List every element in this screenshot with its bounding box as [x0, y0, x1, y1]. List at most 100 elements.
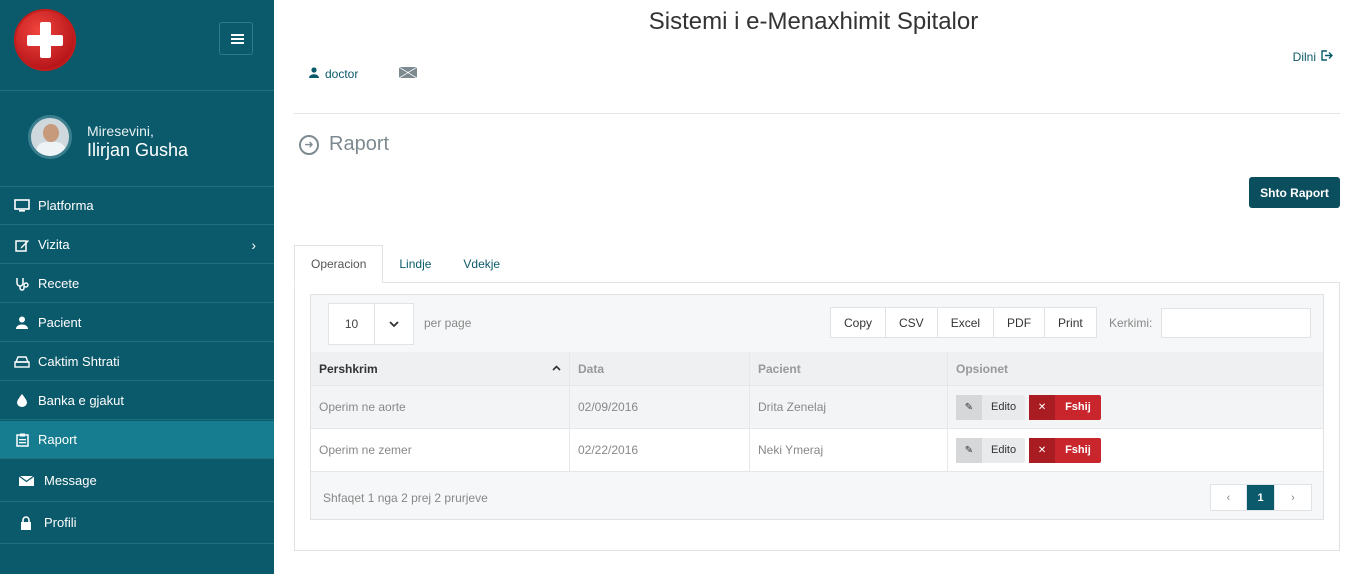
edit-button[interactable]: ✎ Edito	[956, 394, 1026, 420]
copy-button[interactable]: Copy	[831, 308, 887, 337]
delete-label: Fshij	[1065, 444, 1091, 456]
column-header-opsionet: Opsionet	[948, 352, 1323, 385]
sidebar-item-label: Message	[44, 473, 97, 488]
pencil-icon: ✎	[956, 394, 982, 420]
chevron-right-icon: ›	[251, 237, 256, 253]
header-divider	[294, 113, 1340, 114]
cell-pacient: Neki Ymeraj	[750, 429, 948, 471]
sidebar-item-message[interactable]: Message	[0, 460, 274, 502]
avatar	[28, 115, 72, 159]
column-header-label: Pershkrim	[319, 361, 378, 376]
cell-data: 02/22/2016	[570, 429, 750, 471]
column-header-label: Opsionet	[956, 361, 1009, 376]
pdf-button[interactable]: PDF	[994, 308, 1046, 337]
sidebar-item-profili[interactable]: Profili	[0, 502, 274, 544]
sidebar-item-pacient[interactable]: Pacient	[0, 304, 274, 342]
edit-icon	[14, 238, 30, 252]
edit-label: Edito	[991, 401, 1017, 413]
edit-label: Edito	[991, 444, 1017, 456]
search-label: Kerkimi:	[1109, 316, 1153, 330]
envelope-icon	[18, 474, 34, 488]
table-info: Shfaqet 1 nga 2 prej 2 prurjeve	[323, 491, 488, 505]
lock-icon	[18, 515, 34, 530]
divider	[0, 90, 274, 91]
sidebar-item-label: Vizita	[38, 237, 70, 252]
cell-opsionet: ✎ Edito ✕ Fshij	[948, 386, 1323, 428]
sidebar-item-banka-e-gjakut[interactable]: Banka e gjakut	[0, 382, 274, 420]
delete-button[interactable]: ✕ Fshij	[1029, 394, 1101, 420]
app-title: Sistemi i e-Menaxhimit Spitalor	[648, 8, 979, 35]
user-icon	[309, 67, 319, 81]
tab-vdekje[interactable]: Vdekje	[447, 245, 516, 283]
pagination-previous[interactable]: ‹	[1211, 485, 1247, 510]
table-header-row: Pershkrim Data Pacient Opsionet	[311, 352, 1323, 386]
stethoscope-icon	[14, 277, 30, 291]
sidebar-item-label: Caktim Shtrati	[38, 354, 120, 369]
report-table: Pershkrim Data Pacient Opsionet Operim n…	[311, 352, 1323, 472]
search-input[interactable]	[1161, 308, 1311, 338]
report-icon	[14, 433, 30, 447]
delete-button[interactable]: ✕ Fshij	[1029, 437, 1101, 463]
chevron-down-icon	[375, 304, 413, 344]
per-page-label: per page	[424, 316, 472, 330]
cell-data: 02/09/2016	[570, 386, 750, 428]
user-icon	[14, 316, 30, 330]
logout-link[interactable]: Dilni	[1293, 50, 1333, 64]
cell-pershkrim: Operim ne aorte	[311, 386, 570, 428]
drop-icon	[14, 394, 30, 408]
csv-button[interactable]: CSV	[886, 308, 938, 337]
sidebar-item-vizita[interactable]: Vizita ›	[0, 226, 274, 264]
envelope-icon[interactable]	[399, 67, 417, 78]
sidebar-item-label: Raport	[38, 432, 78, 447]
user-name-label: doctor	[325, 67, 359, 81]
per-page-value: 10	[329, 304, 375, 344]
sidebar-item-label: Platforma	[38, 198, 94, 213]
username: Ilirjan Gusha	[87, 140, 189, 160]
page-title: Raport	[329, 133, 390, 155]
print-button[interactable]: Print	[1045, 308, 1096, 337]
close-icon: ✕	[1029, 437, 1056, 463]
sidebar-item-label: Banka e gjakut	[38, 393, 125, 408]
cell-opsionet: ✎ Edito ✕ Fshij	[948, 429, 1323, 471]
hospital-logo[interactable]	[14, 9, 76, 71]
sidebar: Miresevini, Ilirjan Gusha Platforma Vizi…	[0, 0, 274, 574]
column-header-pershkrim[interactable]: Pershkrim	[311, 352, 570, 385]
tab-operacion[interactable]: Operacion	[294, 245, 384, 283]
cell-pershkrim: Operim ne zemer	[311, 429, 570, 471]
pagination: ‹ 1 ›	[1210, 484, 1312, 511]
excel-button[interactable]: Excel	[938, 308, 995, 337]
page-header: ➜ Raport	[299, 133, 389, 156]
sidebar-item-caktim-shtrati[interactable]: Caktim Shtrati	[0, 343, 274, 381]
pagination-next[interactable]: ›	[1275, 485, 1311, 510]
cell-pacient: Drita Zenelaj	[750, 386, 948, 428]
export-buttons: Copy CSV Excel PDF Print	[830, 307, 1097, 338]
close-icon: ✕	[1029, 394, 1056, 420]
logout-icon	[1321, 50, 1333, 64]
pencil-icon: ✎	[956, 437, 982, 463]
sidebar-item-raport[interactable]: Raport	[0, 421, 274, 459]
sidebar-item-label: Recete	[38, 276, 80, 291]
user-profile: Miresevini, Ilirjan Gusha	[0, 92, 274, 186]
tab-lindje[interactable]: Lindje	[383, 245, 447, 283]
pagination-page-1[interactable]: 1	[1247, 485, 1275, 510]
add-report-button[interactable]: Shto Raport	[1249, 177, 1340, 208]
edit-button[interactable]: ✎ Edito	[956, 437, 1026, 463]
column-header-label: Data	[578, 361, 605, 376]
arrow-circle-right-icon: ➜	[299, 134, 319, 155]
column-header-label: Pacient	[758, 361, 801, 376]
user-menu-link[interactable]: doctor	[309, 67, 358, 81]
bed-icon	[14, 355, 30, 369]
sidebar-item-platforma[interactable]: Platforma	[0, 187, 274, 225]
welcome-text: Miresevini,	[87, 123, 154, 139]
column-header-data[interactable]: Data	[570, 352, 750, 385]
sidebar-item-recete[interactable]: Recete	[0, 265, 274, 303]
menu-toggle-button[interactable]	[219, 22, 253, 55]
sort-ascending-icon	[552, 363, 561, 374]
sidebar-item-label: Profili	[44, 515, 77, 530]
table-row: Operim ne zemer 02/22/2016 Neki Ymeraj ✎…	[311, 429, 1323, 472]
tabs: Operacion Lindje Vdekje	[294, 245, 516, 283]
delete-label: Fshij	[1065, 401, 1091, 413]
monitor-icon	[14, 199, 30, 213]
per-page-select[interactable]: 10	[328, 303, 414, 345]
column-header-pacient[interactable]: Pacient	[750, 352, 948, 385]
